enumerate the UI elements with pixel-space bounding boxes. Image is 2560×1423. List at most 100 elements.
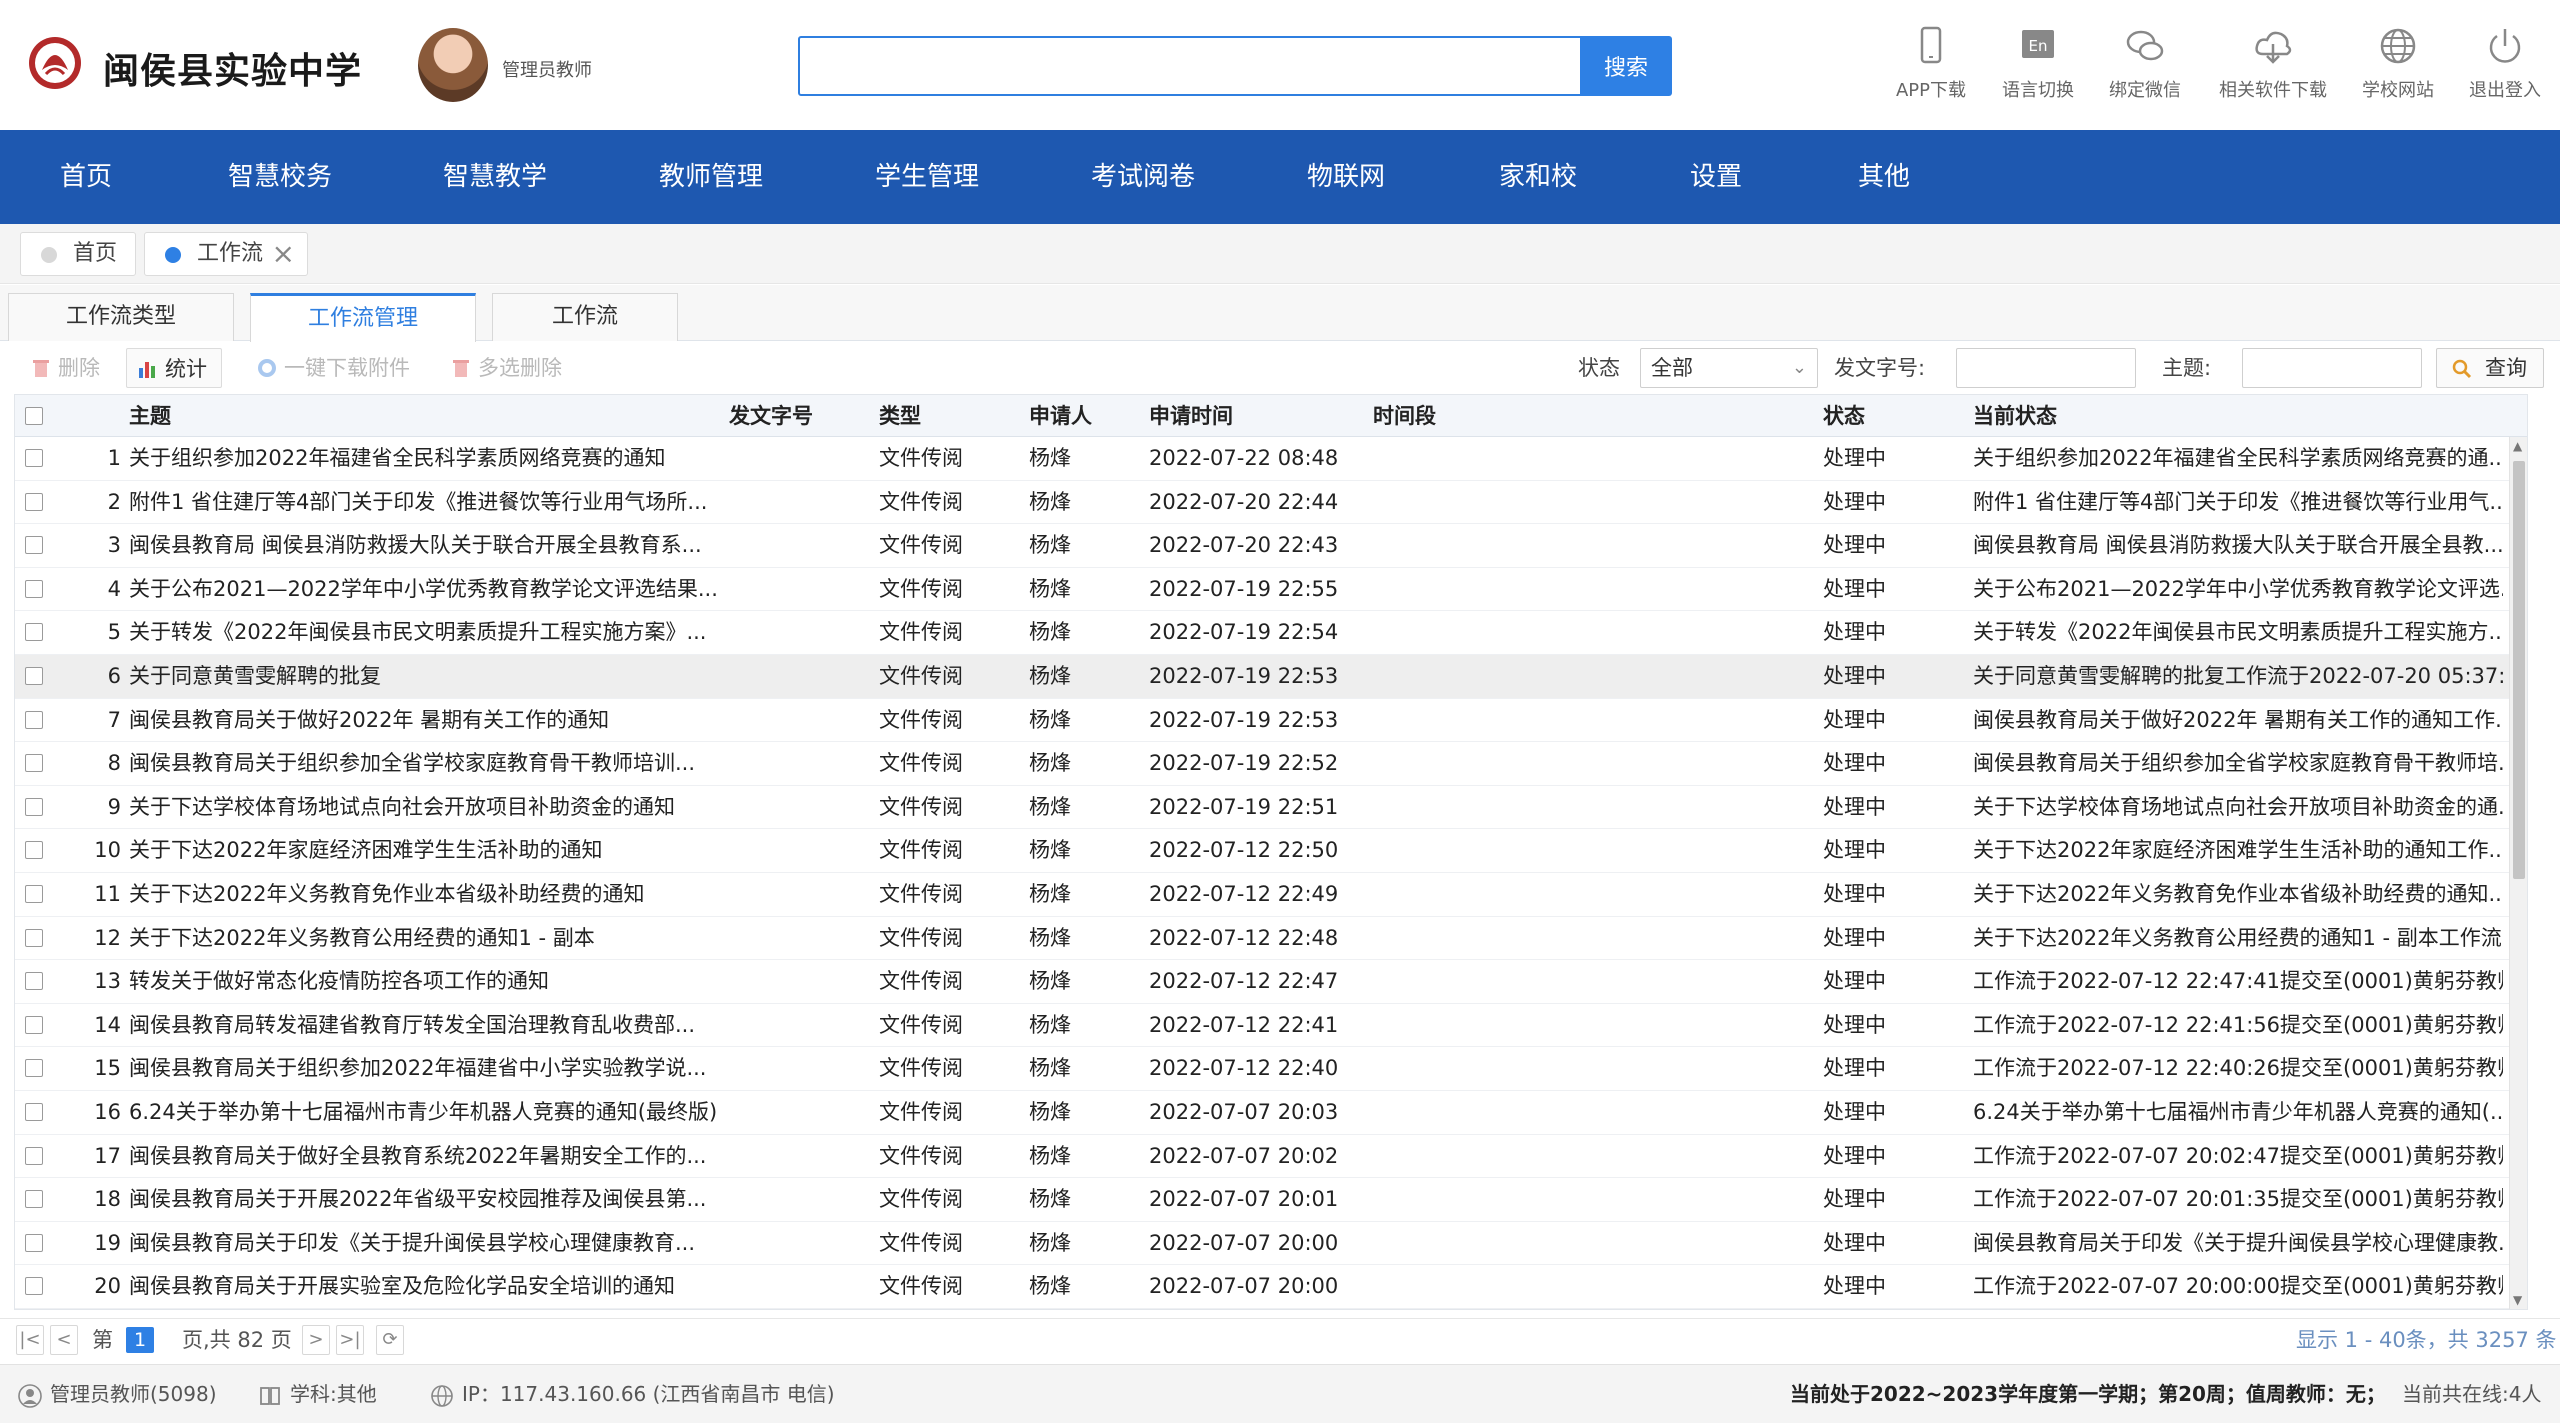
row-checkbox[interactable] bbox=[25, 1102, 43, 1121]
row-checkbox[interactable] bbox=[25, 1277, 43, 1296]
nav-item-student-management[interactable]: 学生管理 bbox=[875, 130, 979, 224]
subtab-workflow-management[interactable]: 工作流管理 bbox=[250, 293, 476, 342]
pagination: |< < 第 1 页,共 82 页 > >| ⟳ 显示 1 - 40条，共 32… bbox=[0, 1318, 2560, 1362]
row-checkbox[interactable] bbox=[25, 536, 43, 555]
search-input[interactable] bbox=[798, 36, 1582, 96]
row-checkbox[interactable] bbox=[25, 928, 43, 947]
column-header-current-status[interactable]: 当前状态 bbox=[1973, 395, 2057, 437]
software-download-button[interactable]: 相关软件下载 bbox=[2218, 24, 2328, 102]
column-header-subject[interactable]: 主题 bbox=[129, 395, 171, 437]
query-button[interactable]: 查询 bbox=[2436, 348, 2544, 388]
table-row[interactable]: 10 关于下达2022年家庭经济困难学生生活补助的通知 文件传阅 杨烽 2022-07-… bbox=[15, 829, 2527, 873]
refresh-icon[interactable]: ⟳ bbox=[376, 1325, 404, 1355]
table-row[interactable]: 19 闽侯县教育局关于印发《关于提升闽侯县学校心理健康教育... 文件传阅 杨烽 202… bbox=[15, 1222, 2527, 1266]
row-checkbox[interactable] bbox=[25, 623, 43, 642]
table-row[interactable]: 15 闽侯县教育局关于组织参加2022年福建省中小学实验教学说... 文件传阅 杨烽 2… bbox=[15, 1047, 2527, 1091]
doc-number-input[interactable] bbox=[1956, 348, 2136, 388]
nav-item-teacher-management[interactable]: 教师管理 bbox=[659, 130, 763, 224]
download-attachments-button[interactable]: 一键下载附件 bbox=[246, 348, 410, 388]
app-download-button[interactable]: APP下载 bbox=[1876, 24, 1986, 102]
logout-button[interactable]: 退出登入 bbox=[2450, 24, 2560, 102]
scrollbar-thumb[interactable] bbox=[2513, 461, 2525, 879]
nav-item-home[interactable]: 首页 bbox=[60, 130, 112, 224]
row-checkbox[interactable] bbox=[25, 1059, 43, 1078]
row-subject: 关于同意黄雪雯解聘的批复 bbox=[129, 663, 381, 688]
table-row[interactable]: 2 附件1 省住建厅等4部门关于印发《推进餐饮等行业用气场所... 文件传阅 杨烽 20… bbox=[15, 481, 2527, 525]
first-page-button[interactable]: |< bbox=[16, 1325, 44, 1355]
nav-item-smart-teaching[interactable]: 智慧教学 bbox=[443, 130, 547, 224]
row-checkbox[interactable] bbox=[25, 884, 43, 903]
column-header-applicant[interactable]: 申请人 bbox=[1029, 395, 1092, 437]
search-button[interactable]: 搜索 bbox=[1580, 36, 1672, 96]
row-applicant: 杨烽 bbox=[1029, 838, 1071, 863]
nav-item-other[interactable]: 其他 bbox=[1858, 130, 1910, 224]
subject-input[interactable] bbox=[2242, 348, 2422, 388]
row-checkbox[interactable] bbox=[25, 972, 43, 991]
tab-home[interactable]: 首页 bbox=[20, 232, 136, 276]
row-checkbox[interactable] bbox=[25, 1146, 43, 1165]
prev-page-button[interactable]: < bbox=[50, 1325, 78, 1355]
language-switch-button[interactable]: En 语言切换 bbox=[1983, 24, 2093, 102]
table-row[interactable]: 3 闽侯县教育局 闽侯县消防救援大队关于联合开展全县教育系... 文件传阅 杨烽 202… bbox=[15, 524, 2527, 568]
scroll-up-icon[interactable]: ▲ bbox=[2513, 439, 2522, 453]
row-checkbox[interactable] bbox=[25, 666, 43, 685]
current-page-input[interactable]: 1 bbox=[126, 1327, 154, 1353]
row-checkbox[interactable] bbox=[25, 797, 43, 816]
column-header-type[interactable]: 类型 bbox=[879, 395, 921, 437]
table-row[interactable]: 7 闽侯县教育局关于做好2022年 暑期有关工作的通知 文件传阅 杨烽 2022-07-… bbox=[15, 699, 2527, 743]
table-row[interactable]: 17 闽侯县教育局关于做好全县教育系统2022年暑期安全工作的... 文件传阅 杨烽 2… bbox=[15, 1135, 2527, 1179]
multi-delete-button[interactable]: 多选删除 bbox=[440, 348, 562, 388]
column-header-doc-number[interactable]: 发文字号 bbox=[729, 395, 813, 437]
user-role: 管理员教师 bbox=[502, 60, 592, 81]
table-row[interactable]: 12 关于下达2022年义务教育公用经费的通知1 - 副本 文件传阅 杨烽 2022-0… bbox=[15, 917, 2527, 961]
row-checkbox[interactable] bbox=[25, 710, 43, 729]
column-header-apply-time[interactable]: 申请时间 bbox=[1149, 395, 1233, 437]
status-select[interactable]: 全部 ⌄ bbox=[1640, 348, 1818, 388]
table-row[interactable]: 6 关于同意黄雪雯解聘的批复 文件传阅 杨烽 2022-07-19 22:53 处理中 关于… bbox=[15, 654, 2527, 699]
close-icon[interactable]: × bbox=[272, 233, 295, 275]
scroll-down-icon[interactable]: ▼ bbox=[2513, 1293, 2522, 1307]
school-website-button[interactable]: 学校网站 bbox=[2343, 24, 2453, 102]
table-row[interactable]: 1 关于组织参加2022年福建省全民科学素质网络竞赛的通知 文件传阅 杨烽 2022-0… bbox=[15, 437, 2527, 481]
row-checkbox[interactable] bbox=[25, 449, 43, 467]
table-row[interactable]: 13 转发关于做好常态化疫情防控各项工作的通知 文件传阅 杨烽 2022-07-12 2… bbox=[15, 960, 2527, 1004]
vertical-scrollbar[interactable]: ▲ ▼ bbox=[2509, 437, 2527, 1309]
row-apply-time: 2022-07-19 22:53 bbox=[1149, 663, 1339, 688]
delete-button[interactable]: 删除 bbox=[20, 348, 100, 388]
column-header-time-range[interactable]: 时间段 bbox=[1373, 395, 1436, 437]
row-checkbox[interactable] bbox=[25, 754, 43, 773]
table-row[interactable]: 4 关于公布2021—2022学年中小学优秀教育教学论文评选结果... 文件传阅 杨烽… bbox=[15, 568, 2527, 612]
select-all-checkbox[interactable] bbox=[25, 407, 43, 425]
table-row[interactable]: 16 6.24关于举办第十七届福州市青少年机器人竞赛的通知(最终版) 文件传阅 杨烽 2… bbox=[15, 1091, 2527, 1135]
column-header-status[interactable]: 状态 bbox=[1823, 395, 1865, 437]
nav-item-iot[interactable]: 物联网 bbox=[1307, 130, 1385, 224]
table-row[interactable]: 5 关于转发《2022年闽侯县市民文明素质提升工程实施方案》... 文件传阅 杨烽 20… bbox=[15, 611, 2527, 655]
row-checkbox[interactable] bbox=[25, 1190, 43, 1209]
row-checkbox[interactable] bbox=[25, 1015, 43, 1034]
bind-wechat-button[interactable]: 绑定微信 bbox=[2090, 24, 2200, 102]
table-row[interactable]: 18 闽侯县教育局关于开展2022年省级平安校园推荐及闽侯县第... 文件传阅 杨烽 2… bbox=[15, 1178, 2527, 1222]
nav-item-smart-campus[interactable]: 智慧校务 bbox=[228, 130, 332, 224]
last-page-button[interactable]: >| bbox=[336, 1325, 364, 1355]
next-page-button[interactable]: > bbox=[302, 1325, 330, 1355]
tab-workflow[interactable]: 工作流 × bbox=[144, 232, 308, 276]
table-row[interactable]: 9 关于下达学校体育场地试点向社会开放项目补助资金的通知 文件传阅 杨烽 2022-07… bbox=[15, 786, 2527, 830]
row-current-status: 关于公布2021—2022学年中小学优秀教育教学论文评选... bbox=[1973, 576, 2503, 601]
main-nav: 首页 智慧校务 智慧教学 教师管理 学生管理 考试阅卷 物联网 家和校 设置 其… bbox=[0, 130, 2560, 224]
subtab-workflow-type[interactable]: 工作流类型 bbox=[8, 293, 234, 341]
table-row[interactable]: 14 闽侯县教育局转发福建省教育厅转发全国治理教育乱收费部... 文件传阅 杨烽 202… bbox=[15, 1004, 2527, 1048]
avatar[interactable] bbox=[418, 28, 488, 102]
nav-item-exam-grading[interactable]: 考试阅卷 bbox=[1091, 130, 1195, 224]
nav-item-settings[interactable]: 设置 bbox=[1690, 130, 1742, 224]
row-checkbox[interactable] bbox=[25, 492, 43, 511]
nav-item-home-school[interactable]: 家和校 bbox=[1499, 130, 1577, 224]
row-checkbox[interactable] bbox=[25, 579, 43, 598]
table-row[interactable]: 8 闽侯县教育局关于组织参加全省学校家庭教育骨干教师培训... 文件传阅 杨烽 2022… bbox=[15, 742, 2527, 786]
status-filter-label: 状态 bbox=[1578, 356, 1620, 380]
table-row[interactable]: 11 关于下达2022年义务教育免作业本省级补助经费的通知 文件传阅 杨烽 2022-0… bbox=[15, 873, 2527, 917]
row-checkbox[interactable] bbox=[25, 1233, 43, 1252]
stats-button[interactable]: 统计 bbox=[126, 348, 222, 388]
row-checkbox[interactable] bbox=[25, 841, 43, 860]
table-row[interactable]: 20 闽侯县教育局关于开展实验室及危险化学品安全培训的通知 文件传阅 杨烽 2022-0… bbox=[15, 1265, 2527, 1309]
subtab-workflow[interactable]: 工作流 bbox=[492, 293, 678, 341]
